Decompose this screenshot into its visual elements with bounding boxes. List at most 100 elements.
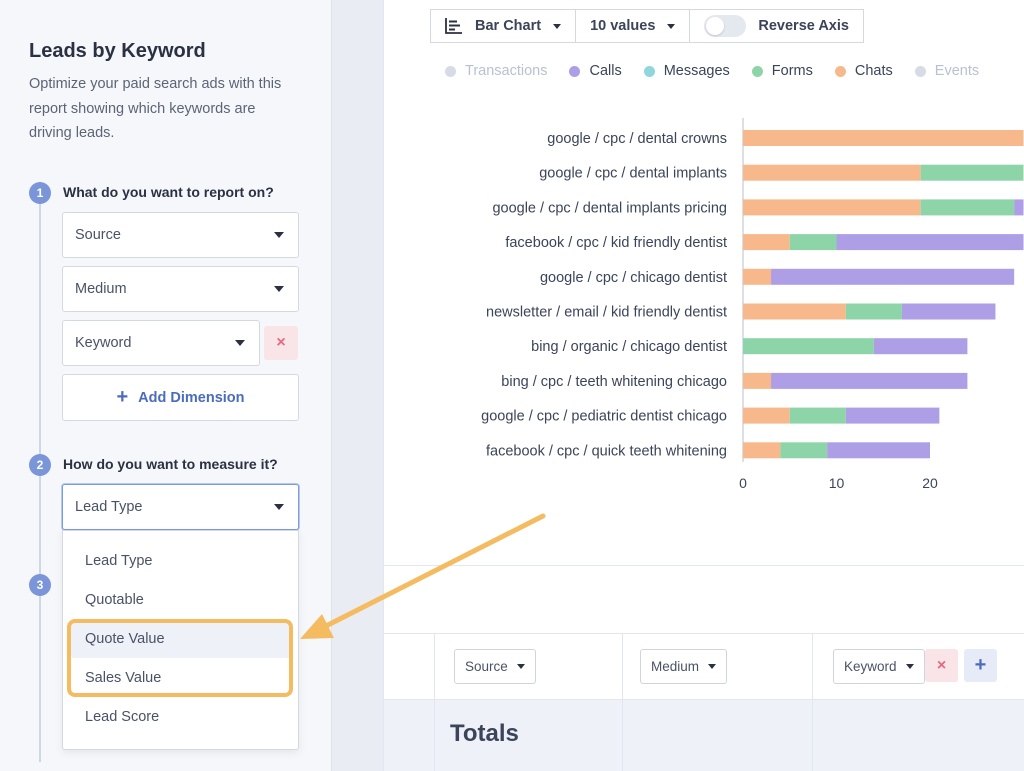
legend-dot-icon (834, 65, 846, 77)
bar-segment-chats[interactable] (743, 303, 846, 320)
bar-segment-calls[interactable] (827, 442, 930, 459)
bar-segment-chats[interactable] (743, 130, 1024, 146)
category-label: google / cpc / dental implants pricing (492, 200, 727, 216)
x-tick-label: 0 (739, 475, 747, 491)
legend-dot-icon (569, 65, 581, 77)
chart-panel: Bar Chart 10 values Reverse Axis Transac… (383, 0, 1024, 771)
bar-segment-chats[interactable] (743, 268, 772, 285)
remove-dimension-button[interactable]: × (264, 326, 298, 360)
step-1-question: What do you want to report on? (63, 184, 274, 200)
report-description: Optimize your paid search ads with this … (29, 76, 282, 141)
table-dimension-label: Source (465, 659, 508, 674)
dimension-select-keyword[interactable]: Keyword (62, 320, 260, 366)
caret-down-icon (274, 232, 284, 238)
step-3-badge: 3 (29, 574, 51, 596)
caret-down-icon (274, 286, 284, 292)
table-dimension-select-source[interactable]: Source (454, 649, 536, 684)
step-2-badge: 2 (29, 454, 51, 476)
legend-item-forms[interactable]: Forms (751, 63, 813, 79)
legend-item-events[interactable]: Events (914, 63, 980, 79)
x-tick-label: 10 (829, 475, 845, 491)
dimension-select-source[interactable]: Source (62, 212, 299, 258)
measure-select-label: Lead Type (75, 499, 143, 515)
close-icon: × (936, 656, 947, 674)
legend-dot-icon (445, 65, 456, 77)
plus-icon: + (116, 386, 129, 408)
toggle-switch[interactable] (704, 15, 747, 37)
category-label: google / cpc / dental crowns (547, 131, 727, 147)
bar-segment-calls[interactable] (901, 303, 996, 320)
add-dimension-button[interactable]: + Add Dimension (62, 374, 299, 421)
caret-down-icon (708, 664, 717, 669)
reverse-axis-toggle[interactable]: Reverse Axis (689, 9, 864, 43)
legend-label: Messages (663, 63, 730, 79)
reverse-axis-label: Reverse Axis (758, 18, 849, 34)
bar-segment-chats[interactable] (743, 164, 921, 181)
table-dimension-select-medium[interactable]: Medium (640, 649, 728, 684)
legend-label: Transactions (465, 63, 548, 79)
step-connector-line (39, 192, 41, 762)
values-count-button[interactable]: 10 values (575, 9, 691, 43)
report-title: Leads by Keyword (29, 40, 206, 62)
bar-segment-forms[interactable] (789, 407, 846, 424)
bar-segment-calls[interactable] (771, 372, 968, 389)
legend-item-messages[interactable]: Messages (643, 63, 730, 79)
legend-item-calls[interactable]: Calls (569, 63, 622, 79)
dropdown-option-lead-type[interactable]: Lead Type (85, 553, 152, 569)
section-divider (384, 565, 1024, 566)
bar-segment-chats[interactable] (743, 234, 790, 251)
bar-segment-chats[interactable] (743, 407, 790, 424)
annotation-highlight-box (67, 619, 293, 697)
category-label: google / cpc / chicago dentist (540, 270, 727, 286)
legend-label: Calls (589, 63, 622, 79)
bar-segment-calls[interactable] (873, 338, 968, 355)
dimension-select-medium[interactable]: Medium (62, 266, 299, 312)
chart-type-button[interactable]: Bar Chart (430, 9, 577, 43)
add-dimension-label: Add Dimension (138, 389, 245, 406)
table-add-dimension-button[interactable]: + (964, 649, 997, 682)
bar-segment-chats[interactable] (743, 372, 772, 389)
bar-segment-forms[interactable] (743, 338, 874, 355)
bar-segment-chats[interactable] (743, 199, 921, 216)
caret-down-icon (235, 340, 245, 346)
dimension-select-label: Medium (75, 281, 127, 297)
table-dimension-select-keyword[interactable]: Keyword (833, 649, 925, 684)
caret-down-icon (553, 23, 562, 29)
bar-segment-chats[interactable] (743, 442, 781, 459)
bar-segment-forms[interactable] (780, 442, 828, 459)
totals-label: Totals (450, 720, 519, 747)
category-label: facebook / cpc / quick teeth whitening (486, 443, 727, 459)
table-dimension-label: Medium (651, 659, 700, 674)
step-2-question: How do you want to measure it? (63, 456, 278, 472)
dropdown-option-quotable[interactable]: Quotable (85, 592, 144, 608)
values-count-label: 10 values (590, 18, 656, 34)
measure-select[interactable]: Lead Type (62, 484, 299, 530)
legend-dot-icon (643, 65, 655, 77)
table-remove-dimension-button[interactable]: × (925, 649, 958, 682)
legend-label: Chats (854, 63, 893, 79)
bar-segment-forms[interactable] (789, 234, 837, 251)
legend-dot-icon (751, 65, 763, 77)
dimension-select-label: Source (75, 227, 121, 243)
legend-item-transactions[interactable]: Transactions (445, 63, 547, 79)
category-label: bing / cpc / teeth whitening chicago (501, 374, 727, 390)
plus-icon: + (974, 654, 987, 676)
bar-segment-forms[interactable] (845, 303, 902, 320)
bar-segment-calls[interactable] (1014, 199, 1024, 216)
bar-segment-calls[interactable] (771, 268, 1015, 285)
chart-type-label: Bar Chart (475, 18, 542, 34)
column-divider (812, 633, 813, 771)
caret-down-icon (516, 664, 525, 669)
bar-segment-forms[interactable] (920, 164, 1024, 181)
bar-segment-calls[interactable] (845, 407, 940, 424)
legend-item-chats[interactable]: Chats (834, 63, 893, 79)
dimension-select-label: Keyword (75, 335, 132, 351)
bar-segment-forms[interactable] (920, 199, 1015, 216)
legend-label: Events (934, 63, 980, 79)
bar-chart-icon (445, 18, 462, 34)
stacked-bar-chart: google / cpc / dental crowns google / cpc… (481, 118, 1024, 491)
x-tick-label: 20 (922, 475, 938, 491)
bar-segment-calls[interactable] (836, 234, 1024, 251)
dropdown-option-lead-score[interactable]: Lead Score (85, 709, 159, 725)
category-label: google / cpc / dental implants (539, 166, 727, 182)
